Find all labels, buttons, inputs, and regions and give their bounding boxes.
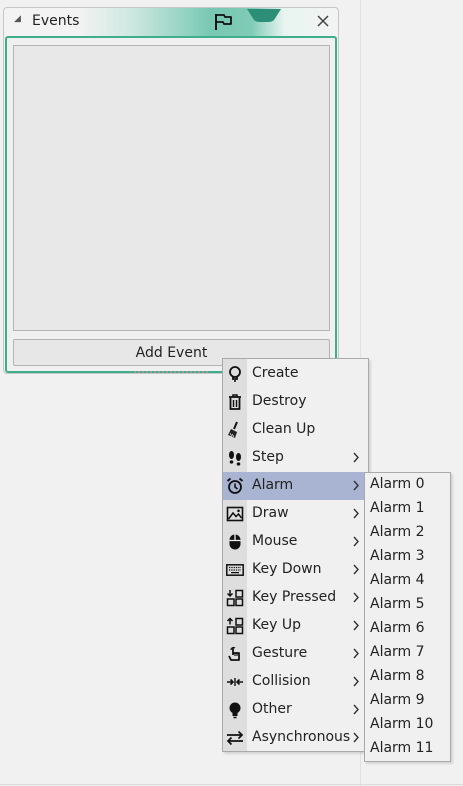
chevron-right-icon <box>353 648 359 659</box>
chevron-right-icon <box>353 592 359 603</box>
flag-icon[interactable] <box>213 13 233 31</box>
submenu-item-alarm-5[interactable]: Alarm 5 <box>365 593 450 617</box>
resize-grip[interactable] <box>134 371 208 373</box>
menu-item-label: Key Up <box>252 617 301 633</box>
menu-item-label: Step <box>252 449 284 465</box>
title-bar[interactable]: ◢ Events <box>4 8 338 36</box>
submenu-item-label: Alarm 1 <box>370 500 425 516</box>
alarm-submenu: Alarm 0 Alarm 1 Alarm 2 Alarm 3 Alarm 4 … <box>364 472 451 762</box>
submenu-item-label: Alarm 0 <box>370 476 425 492</box>
submenu-item-alarm-8[interactable]: Alarm 8 <box>365 665 450 689</box>
submenu-item-label: Alarm 2 <box>370 524 425 540</box>
chevron-right-icon <box>353 620 359 631</box>
menu-item-label: Collision <box>252 673 311 689</box>
menu-item-other[interactable]: Other <box>223 696 368 724</box>
lightbulb-icon <box>229 366 241 382</box>
submenu-item-alarm-9[interactable]: Alarm 9 <box>365 689 450 713</box>
key-pressed-icon <box>226 589 244 607</box>
chevron-right-icon <box>353 732 359 743</box>
trash-icon <box>229 394 241 410</box>
events-window: ◢ Events Add Event <box>3 7 339 374</box>
add-event-label: Add Event <box>135 344 208 361</box>
submenu-item-label: Alarm 7 <box>370 644 425 660</box>
submenu-item-alarm-2[interactable]: Alarm 2 <box>365 521 450 545</box>
menu-item-collision[interactable]: Collision <box>223 668 368 696</box>
submenu-item-label: Alarm 6 <box>370 620 425 636</box>
submenu-item-label: Alarm 10 <box>370 716 434 732</box>
submenu-item-label: Alarm 3 <box>370 548 425 564</box>
chevron-right-icon <box>353 676 359 687</box>
close-icon[interactable] <box>317 15 329 27</box>
menu-item-label: Create <box>252 365 299 381</box>
submenu-item-label: Alarm 8 <box>370 668 425 684</box>
menu-item-label: Key Pressed <box>252 589 337 605</box>
mouse-icon <box>229 534 241 550</box>
menu-item-label: Asynchronous <box>252 729 351 745</box>
title-notch <box>247 9 281 22</box>
alarm-clock-icon <box>226 477 244 494</box>
swap-arrows-icon <box>226 730 244 746</box>
footsteps-icon <box>229 451 241 466</box>
submenu-item-label: Alarm 4 <box>370 572 425 588</box>
menu-item-label: Gesture <box>252 645 308 661</box>
submenu-item-label: Alarm 9 <box>370 692 425 708</box>
menu-item-label: Other <box>252 701 292 717</box>
touch-icon <box>228 646 240 661</box>
key-up-icon <box>226 617 244 635</box>
menu-item-label: Draw <box>252 505 289 521</box>
menu-item-label: Clean Up <box>252 421 316 437</box>
menu-item-mouse[interactable]: Mouse <box>223 528 368 556</box>
submenu-item-label: Alarm 11 <box>370 740 434 756</box>
keyboard-icon <box>226 564 244 576</box>
menu-item-destroy[interactable]: Destroy <box>223 388 368 416</box>
menu-item-label: Alarm <box>252 477 294 493</box>
menu-item-label: Destroy <box>252 393 307 409</box>
collapse-arrow-icon[interactable]: ◢ <box>14 14 21 24</box>
event-list[interactable] <box>13 45 330 331</box>
menu-item-create[interactable]: Create <box>223 360 368 388</box>
submenu-item-alarm-3[interactable]: Alarm 3 <box>365 545 450 569</box>
menu-item-key-down[interactable]: Key Down <box>223 556 368 584</box>
submenu-item-alarm-10[interactable]: Alarm 10 <box>365 713 450 737</box>
menu-item-clean-up[interactable]: Clean Up <box>223 416 368 444</box>
chevron-right-icon <box>353 452 359 463</box>
submenu-item-alarm-4[interactable]: Alarm 4 <box>365 569 450 593</box>
chevron-right-icon <box>353 508 359 519</box>
submenu-item-alarm-7[interactable]: Alarm 7 <box>365 641 450 665</box>
bottom-divider <box>0 784 463 785</box>
event-context-menu: Create Destroy Clean Up Step Alarm Draw … <box>222 358 369 752</box>
menu-item-key-up[interactable]: Key Up <box>223 612 368 640</box>
submenu-item-label: Alarm 5 <box>370 596 425 612</box>
menu-item-label: Mouse <box>252 533 298 549</box>
chevron-right-icon <box>353 564 359 575</box>
menu-item-step[interactable]: Step <box>223 444 368 472</box>
menu-item-label: Key Down <box>252 561 322 577</box>
submenu-item-alarm-6[interactable]: Alarm 6 <box>365 617 450 641</box>
picture-icon <box>226 506 244 522</box>
chevron-right-icon <box>353 704 359 715</box>
menu-item-alarm[interactable]: Alarm <box>223 472 368 500</box>
collision-icon <box>227 678 243 686</box>
bulb-icon <box>229 702 241 719</box>
submenu-item-alarm-1[interactable]: Alarm 1 <box>365 497 450 521</box>
chevron-right-icon <box>353 480 359 491</box>
submenu-item-alarm-0[interactable]: Alarm 0 <box>365 473 450 497</box>
menu-item-key-pressed[interactable]: Key Pressed <box>223 584 368 612</box>
chevron-right-icon <box>353 536 359 547</box>
submenu-item-alarm-11[interactable]: Alarm 11 <box>365 737 450 761</box>
menu-item-draw[interactable]: Draw <box>223 500 368 528</box>
broom-icon <box>228 421 238 438</box>
menu-item-asynchronous[interactable]: Asynchronous <box>223 724 368 752</box>
window-title: Events <box>32 13 80 29</box>
menu-item-gesture[interactable]: Gesture <box>223 640 368 668</box>
